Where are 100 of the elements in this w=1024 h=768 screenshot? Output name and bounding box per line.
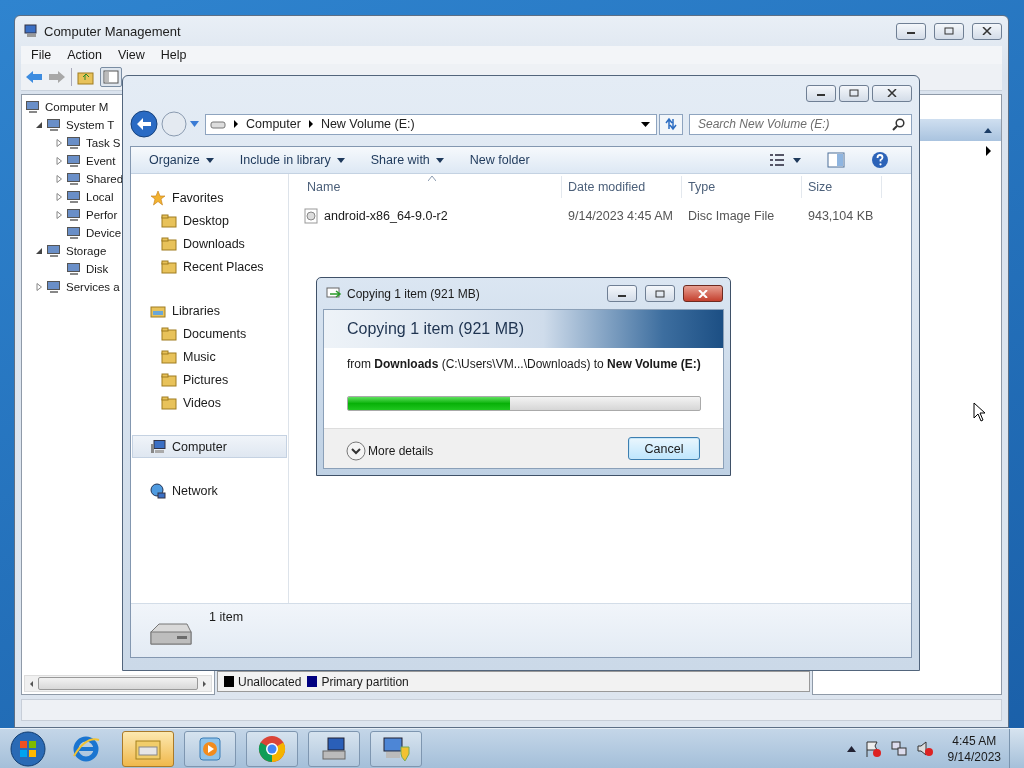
tree-item[interactable]: Computer M [45, 101, 109, 113]
speaker-muted-icon[interactable] [915, 739, 934, 758]
collapsed-arrow-icon[interactable] [55, 175, 63, 183]
nav-item[interactable]: Documents [132, 322, 287, 345]
menu-item[interactable]: View [109, 48, 153, 62]
show-desktop-button[interactable] [1009, 728, 1024, 768]
scroll-thumb[interactable] [38, 677, 198, 690]
nav-item[interactable]: Videos [132, 391, 287, 414]
column-header[interactable]: Name [301, 176, 562, 198]
nav-item[interactable]: Favorites [132, 186, 287, 209]
menu-item[interactable]: Action [59, 48, 110, 62]
cancel-button[interactable]: Cancel [628, 437, 700, 460]
maximize-button[interactable] [645, 285, 675, 302]
chevron-icon[interactable] [307, 120, 314, 128]
folder-icon [161, 235, 177, 252]
clock-date: 9/14/2023 [947, 748, 1001, 765]
menu-item[interactable]: Help [152, 48, 195, 62]
command-button[interactable]: Include in library [231, 153, 353, 167]
show-hidden-icons-icon[interactable] [846, 745, 856, 752]
monitor-icon [25, 99, 41, 115]
chevron-icon[interactable] [233, 120, 239, 128]
menu-item[interactable]: File [23, 48, 60, 62]
scroll-left-icon[interactable] [28, 679, 36, 688]
column-header[interactable]: Size [802, 176, 882, 198]
close-button[interactable] [683, 285, 723, 302]
nav-item[interactable]: Libraries [132, 299, 287, 322]
dropdown-caret-icon[interactable] [641, 121, 650, 127]
scroll-right-icon[interactable] [200, 679, 208, 688]
expand-chevron-icon [346, 440, 366, 461]
tree-item[interactable]: Event [86, 155, 116, 167]
column-header[interactable]: Type [682, 176, 802, 198]
nav-item[interactable]: Computer [132, 435, 287, 458]
help-icon[interactable] [871, 151, 889, 169]
close-button[interactable] [972, 22, 1002, 40]
restore-icon [944, 27, 954, 35]
command-button[interactable]: Share with [362, 153, 452, 167]
nav-item[interactable]: Desktop [132, 209, 287, 232]
collapsed-arrow-icon[interactable] [55, 211, 63, 219]
back-arrow-icon[interactable] [25, 69, 43, 85]
monitor-icon [66, 135, 82, 151]
clock[interactable]: 4:45 AM 9/14/2023 [947, 732, 1001, 765]
folder-up-icon[interactable] [77, 69, 95, 85]
close-button[interactable] [872, 84, 912, 102]
nav-item[interactable]: Pictures [132, 368, 287, 391]
tree-item[interactable]: Local [86, 191, 114, 203]
file-name[interactable]: android-x86_64-9.0-r2 [324, 209, 448, 223]
views-icon[interactable] [769, 153, 785, 167]
command-button[interactable]: Organize [141, 153, 222, 167]
taskbar-button[interactable] [308, 730, 360, 767]
minimize-button[interactable] [806, 84, 836, 102]
history-dropdown-icon[interactable] [190, 121, 199, 127]
column-header[interactable]: Date modified [562, 176, 682, 198]
address-bar[interactable]: Computer New Volume (E:) [205, 113, 657, 135]
tree-item[interactable]: Disk [86, 263, 109, 275]
search-field[interactable]: Search New Volume (E:) [689, 113, 912, 135]
folder-icon [161, 371, 177, 388]
breadcrumb[interactable]: Computer [246, 117, 301, 131]
more-details-button[interactable]: More details [346, 440, 434, 461]
flag-icon[interactable] [863, 739, 882, 758]
nav-item[interactable]: Recent Places [132, 255, 287, 278]
refresh-arrows-icon [664, 117, 678, 131]
restore-icon [655, 289, 665, 298]
network-icon[interactable] [889, 739, 908, 758]
minimize-button[interactable] [607, 285, 637, 302]
tree-item[interactable]: Shared [86, 173, 124, 185]
tree-item[interactable]: Perfor [86, 209, 118, 221]
collapsed-arrow-icon[interactable] [35, 283, 43, 291]
back-button[interactable] [130, 110, 158, 138]
console-tree-icon[interactable] [100, 67, 122, 87]
submenu-arrow-icon[interactable] [985, 146, 991, 156]
collapse-arrow-icon[interactable] [983, 126, 993, 134]
nav-item[interactable]: Music [132, 345, 287, 368]
minimize-button[interactable] [896, 22, 926, 40]
refresh-button[interactable] [659, 113, 683, 135]
tree-item[interactable]: Task S [86, 137, 121, 149]
item-count: 1 item [209, 610, 244, 624]
maximize-button[interactable] [839, 84, 869, 102]
collapsed-arrow-icon[interactable] [55, 139, 63, 147]
breadcrumb[interactable]: New Volume (E:) [320, 117, 415, 131]
monitor-icon [46, 279, 62, 295]
table-cell-text: Disc Image File [687, 209, 776, 223]
caret-icon[interactable] [793, 157, 801, 163]
taskbar-button[interactable] [370, 730, 422, 767]
collapsed-arrow-icon[interactable] [55, 193, 63, 201]
nav-item[interactable]: Network [132, 479, 287, 502]
tree-item[interactable]: System T [66, 119, 115, 131]
maximize-button[interactable] [934, 22, 964, 40]
expanded-arrow-icon[interactable] [35, 121, 43, 129]
taskbar-button[interactable] [246, 730, 298, 767]
search-icon[interactable] [892, 117, 905, 131]
horizontal-scrollbar[interactable] [24, 675, 212, 692]
nav-item[interactable]: Downloads [132, 232, 287, 255]
expanded-arrow-icon[interactable] [35, 247, 43, 255]
mouse-cursor-icon [973, 402, 987, 422]
command-button[interactable]: New folder [461, 153, 538, 167]
table-cell-text: 9/14/2023 4:45 AM [567, 209, 674, 223]
tree-item[interactable]: Services a [66, 281, 120, 293]
tree-item[interactable]: Device [86, 227, 122, 239]
tree-item[interactable]: Storage [66, 245, 107, 257]
collapsed-arrow-icon[interactable] [55, 157, 63, 165]
